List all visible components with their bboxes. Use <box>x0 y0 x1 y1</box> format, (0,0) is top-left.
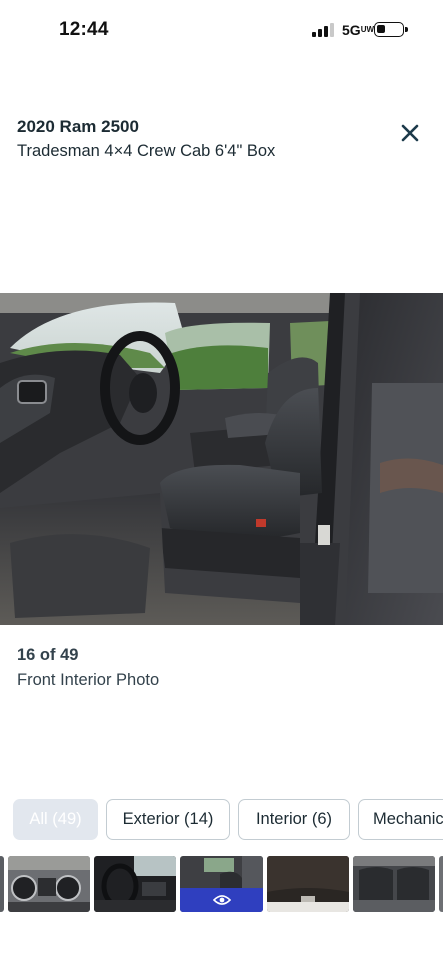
filter-chip-exterior[interactable]: Exterior (14) <box>106 799 230 840</box>
thumbnail-rear-seat[interactable] <box>353 856 435 912</box>
thumbnail-headliner[interactable] <box>267 856 349 912</box>
vehicle-title: 2020 Ram 2500 <box>17 117 139 136</box>
signal-bars-icon <box>312 23 334 37</box>
thumbnail-steering-wheel[interactable] <box>94 856 176 912</box>
filter-chip-interior[interactable]: Interior (6) <box>238 799 350 840</box>
selected-thumbnail-indicator <box>180 888 263 912</box>
thumbnail-dash-gauges[interactable] <box>8 856 90 912</box>
photo-category-filters: All (49) Exterior (14) Interior (6) Mech… <box>13 799 443 840</box>
thumbnail-partial[interactable] <box>0 856 4 912</box>
photo-caption: Front Interior Photo <box>17 671 160 689</box>
thumbnail-strip <box>0 856 443 913</box>
vehicle-subtitle: Tradesman 4×4 Crew Cab 6'4" Box <box>17 142 276 160</box>
filter-chip-mechanical[interactable]: Mechanic <box>358 799 443 840</box>
close-icon <box>401 124 419 142</box>
thumbnail-partial-next[interactable] <box>439 856 443 912</box>
eye-icon <box>212 895 231 905</box>
close-button[interactable] <box>396 119 424 147</box>
thumbnail-front-interior-selected[interactable] <box>180 856 263 912</box>
battery-low-icon <box>374 22 408 37</box>
photo-counter: 16 of 49 <box>17 646 79 664</box>
filter-chip-all[interactable]: All (49) <box>13 799 98 840</box>
photo-viewer-screen: 12:44 5GUW 2020 Ram 2500 Tradesman 4×4 C… <box>0 0 443 960</box>
status-time: 12:44 <box>59 19 109 40</box>
network-indicator: 5GUW <box>342 22 375 38</box>
main-photo[interactable] <box>0 293 443 625</box>
status-bar: 12:44 5GUW <box>0 0 443 60</box>
